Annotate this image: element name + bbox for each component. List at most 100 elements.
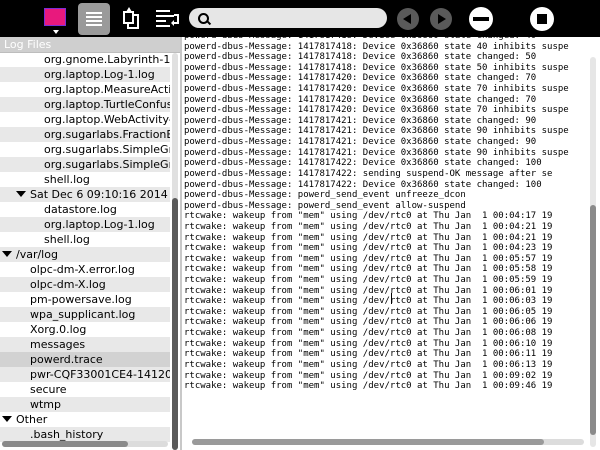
tree-file-row[interactable]: datastore.log bbox=[0, 202, 170, 217]
search-input[interactable] bbox=[217, 10, 381, 28]
tree-row-label: powerd.trace bbox=[30, 353, 103, 366]
log-scroll-thumb[interactable] bbox=[590, 205, 596, 435]
tree-row-label: org.laptop.WebActivity-1.log bbox=[44, 113, 170, 126]
log-line: powerd-dbus-Message: 1417817422: Device … bbox=[184, 179, 542, 190]
activity-icon[interactable] bbox=[44, 8, 68, 34]
sidebar-vertical-scrollbar[interactable] bbox=[172, 53, 178, 450]
log-line: powerd-dbus-Message: 1417817420: Device … bbox=[184, 73, 537, 84]
tree-row-label: org.gnome.Labyrinth-1.log bbox=[44, 53, 170, 66]
tree-file-row[interactable]: pm-powersave.log bbox=[0, 292, 170, 307]
expander-arrow-icon[interactable] bbox=[2, 416, 12, 422]
tree-row-label: pm-powersave.log bbox=[30, 293, 132, 306]
log-line: powerd-dbus-Message: 1417817422: sending… bbox=[184, 168, 553, 179]
list-line bbox=[86, 12, 102, 14]
log-line: rtcwake: wakeup from "mem" using /dev/rt… bbox=[184, 317, 553, 328]
list-view-icon[interactable] bbox=[78, 3, 110, 35]
list-line bbox=[86, 24, 102, 26]
sidebar-horizontal-scrollbar[interactable] bbox=[2, 441, 168, 447]
tree-row-label: datastore.log bbox=[44, 203, 117, 216]
log-horizontal-scrollbar[interactable] bbox=[192, 439, 584, 445]
log-line: powerd-dbus-Message: powerd_send_event a… bbox=[184, 200, 466, 211]
tree-row-label: olpc-dm-X.error.log bbox=[30, 263, 135, 276]
tree-row-label: org.sugarlabs.SimpleGraph-1.log bbox=[44, 143, 170, 156]
tree-file-row[interactable]: org.laptop.WebActivity-1.log bbox=[0, 112, 170, 127]
tree-file-row[interactable]: org.laptop.TurtleConfusion-1.log bbox=[0, 97, 170, 112]
tree-folder-row[interactable]: Sat Dec 6 09:10:16 2014 bbox=[0, 187, 170, 202]
tree-file-row[interactable]: wpa_supplicant.log bbox=[0, 307, 170, 322]
tree-file-row[interactable]: olpc-dm-X.error.log bbox=[0, 262, 170, 277]
tree-file-row[interactable]: org.laptop.MeasureActivity-1.log bbox=[0, 82, 170, 97]
tree-row-label: wpa_supplicant.log bbox=[30, 308, 136, 321]
log-line: powerd-dbus-Message: 1417817421: Device … bbox=[184, 147, 569, 158]
log-line: rtcwake: wakeup from "mem" using /dev/rt… bbox=[184, 275, 553, 286]
tree-file-row[interactable]: shell.log bbox=[0, 172, 170, 187]
stop-icon[interactable] bbox=[530, 7, 554, 31]
search-field[interactable] bbox=[189, 8, 387, 28]
tree-row-label: org.sugarlabs.SimpleGraph-2.log bbox=[44, 158, 170, 171]
tree-file-row[interactable]: org.sugarlabs.FractionBounce-1.log bbox=[0, 127, 170, 142]
tree-file-row[interactable]: olpc-dm-X.log bbox=[0, 277, 170, 292]
log-text: powerd-dbus-Message: 1417817418: Device … bbox=[184, 37, 588, 392]
tree-file-row[interactable]: .bash_history bbox=[0, 427, 170, 442]
tree-row-label: olpc-dm-X.log bbox=[30, 278, 106, 291]
tree-folder-row[interactable]: Other bbox=[0, 412, 170, 427]
log-file-tree: org.gnome.Labyrinth-1.log org.laptop.Log-… bbox=[0, 52, 170, 442]
log-line: rtcwake: wakeup from "mem" using /dev/rt… bbox=[184, 211, 553, 222]
tree-row-label: org.laptop.MeasureActivity-1.log bbox=[44, 83, 170, 96]
tree-file-row[interactable]: org.laptop.Log-1.log bbox=[0, 67, 170, 82]
sidebar-scroll-thumb[interactable] bbox=[172, 198, 178, 450]
text-cursor bbox=[391, 293, 392, 304]
tree-file-row[interactable]: org.sugarlabs.SimpleGraph-2.log bbox=[0, 157, 170, 172]
log-line: powerd-dbus-Message: 1417817422: Device … bbox=[184, 158, 542, 169]
tree-file-row[interactable]: org.laptop.Log-1.log bbox=[0, 217, 170, 232]
word-wrap-icon[interactable] bbox=[155, 8, 181, 28]
tree-file-row[interactable]: org.sugarlabs.SimpleGraph-1.log bbox=[0, 142, 170, 157]
list-line bbox=[86, 20, 102, 22]
log-line: rtcwake: wakeup from "mem" using /dev/rt… bbox=[184, 370, 553, 381]
list-line bbox=[86, 16, 102, 18]
log-line: rtcwake: wakeup from "mem" using /dev/rt… bbox=[184, 349, 553, 360]
log-line: powerd-dbus-Message: powerd_send_event u… bbox=[184, 190, 466, 201]
log-vertical-scrollbar[interactable] bbox=[590, 57, 596, 447]
tree-row-label: Sat Dec 6 09:10:16 2014 bbox=[30, 188, 168, 201]
log-line: rtcwake: wakeup from "mem" using /dev/rt… bbox=[184, 381, 553, 392]
next-icon[interactable] bbox=[430, 8, 452, 30]
log-line: rtcwake: wakeup from "mem" using /dev/rt… bbox=[184, 264, 553, 275]
log-line: rtcwake: wakeup from "mem" using /dev/rt… bbox=[184, 328, 553, 339]
tree-file-row[interactable]: messages bbox=[0, 337, 170, 352]
tree-row-label: org.laptop.TurtleConfusion-1.log bbox=[44, 98, 170, 111]
log-line: powerd-dbus-Message: 1417817420: Device … bbox=[184, 94, 537, 105]
toolbar bbox=[0, 0, 600, 37]
tree-file-row[interactable]: Xorg.0.log bbox=[0, 322, 170, 337]
log-line: powerd-dbus-Message: 1417817420: Device … bbox=[184, 84, 569, 95]
tree-file-row[interactable]: powerd.trace bbox=[0, 352, 170, 367]
log-line: powerd-dbus-Message: 1417817418: Device … bbox=[184, 62, 569, 73]
log-viewer[interactable]: powerd-dbus-Message: 1417817418: Device … bbox=[182, 37, 600, 450]
tree-file-row[interactable]: wtmp bbox=[0, 397, 170, 412]
sidebar-hscroll-thumb[interactable] bbox=[2, 441, 128, 447]
tree-row-label: shell.log bbox=[44, 173, 90, 186]
delete-icon[interactable] bbox=[469, 7, 493, 31]
tree-row-label: Xorg.0.log bbox=[30, 323, 87, 336]
previous-icon[interactable] bbox=[397, 8, 419, 30]
tree-row-label: .bash_history bbox=[30, 428, 104, 441]
tree-file-row[interactable]: secure bbox=[0, 382, 170, 397]
sidebar-header[interactable]: Log Files bbox=[0, 37, 180, 53]
tree-row-label: wtmp bbox=[30, 398, 62, 411]
expander-arrow-icon[interactable] bbox=[16, 191, 26, 197]
search-icon bbox=[198, 13, 209, 24]
tree-file-row[interactable]: shell.log bbox=[0, 232, 170, 247]
tree-folder-row[interactable]: /var/log bbox=[0, 247, 170, 262]
tree-row-label: org.sugarlabs.FractionBounce-1.log bbox=[44, 128, 170, 141]
tree-row-label: /var/log bbox=[16, 248, 58, 261]
log-line: powerd-dbus-Message: 1417817421: Device … bbox=[184, 115, 537, 126]
log-line: powerd-dbus-Message: 1417817421: Device … bbox=[184, 126, 569, 137]
expander-arrow-icon[interactable] bbox=[2, 251, 12, 257]
log-hscroll-thumb[interactable] bbox=[192, 439, 544, 445]
tree-file-row[interactable]: org.gnome.Labyrinth-1.log bbox=[0, 52, 170, 67]
log-line: rtcwake: wakeup from "mem" using /dev/rt… bbox=[184, 338, 553, 349]
copy-icon[interactable] bbox=[120, 6, 144, 30]
log-files-sidebar: Log Files org.gnome.Labyrinth-1.log org.l… bbox=[0, 37, 180, 450]
tree-row-label: org.laptop.Log-1.log bbox=[44, 68, 155, 81]
tree-file-row[interactable]: pwr-CQF33001CE4-141205_ bbox=[0, 367, 170, 382]
